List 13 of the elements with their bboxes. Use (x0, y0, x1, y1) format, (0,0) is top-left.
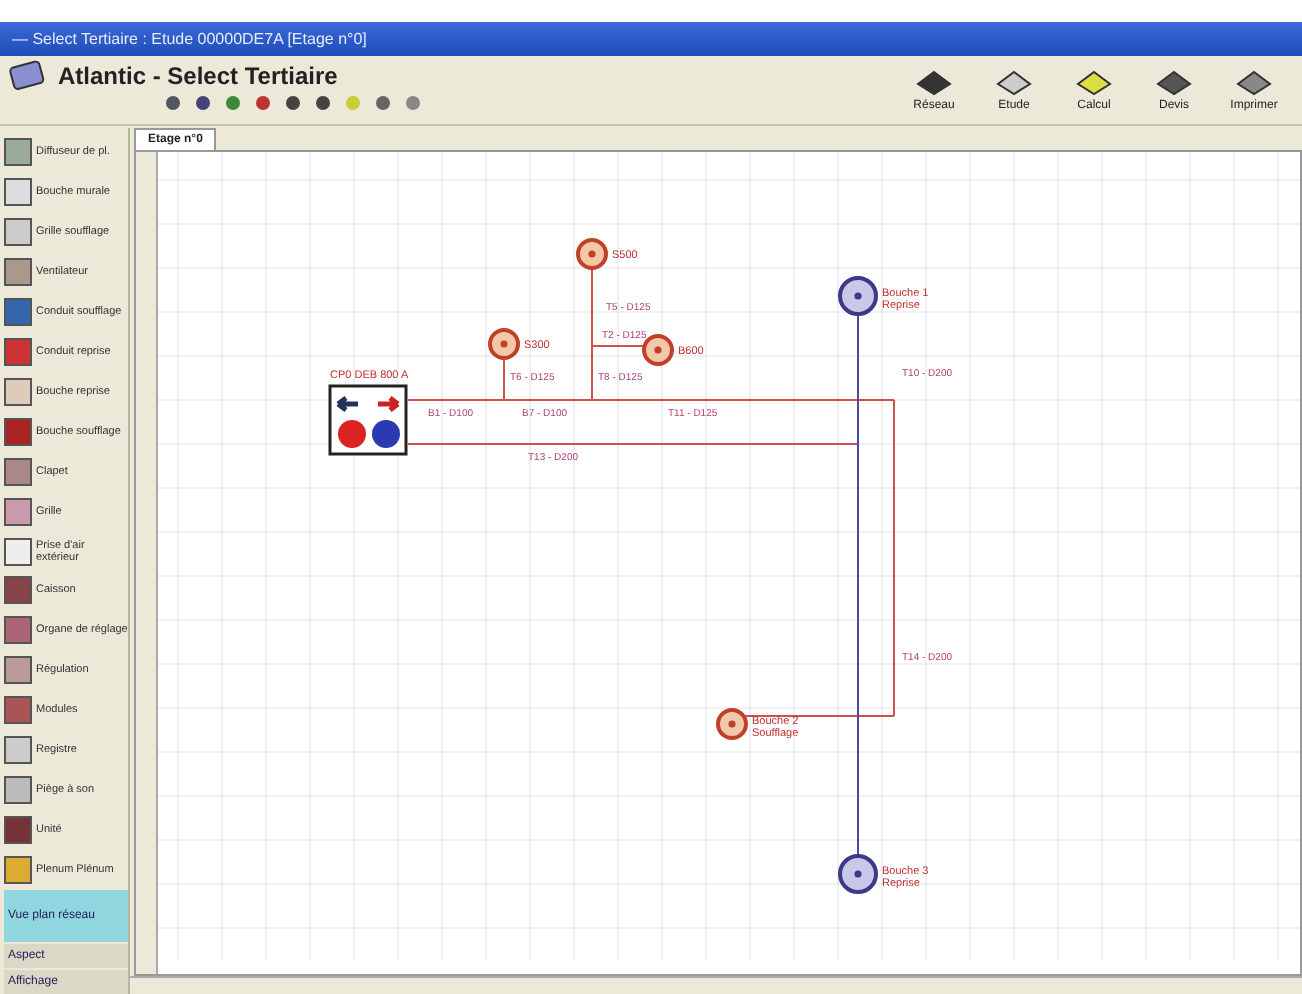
app-name: Atlantic - Select Tertiaire (58, 62, 338, 90)
logo-icon (8, 60, 48, 92)
air-terminal-icon[interactable] (716, 708, 748, 740)
window-title: — Select Tertiaire : Etude 00000DE7A [Etage n°0] (10, 28, 369, 52)
air-terminal-icon[interactable] (642, 334, 674, 366)
air-terminal-icon[interactable] (838, 276, 878, 316)
air-terminal-icon[interactable] (488, 328, 520, 360)
network-icon (914, 68, 954, 100)
air-terminal-icon[interactable] (576, 238, 608, 270)
diamond-icon (994, 68, 1034, 100)
air-handling-unit[interactable] (328, 384, 408, 456)
diamond-icon (1074, 68, 1114, 100)
air-terminal-icon[interactable] (838, 854, 878, 894)
